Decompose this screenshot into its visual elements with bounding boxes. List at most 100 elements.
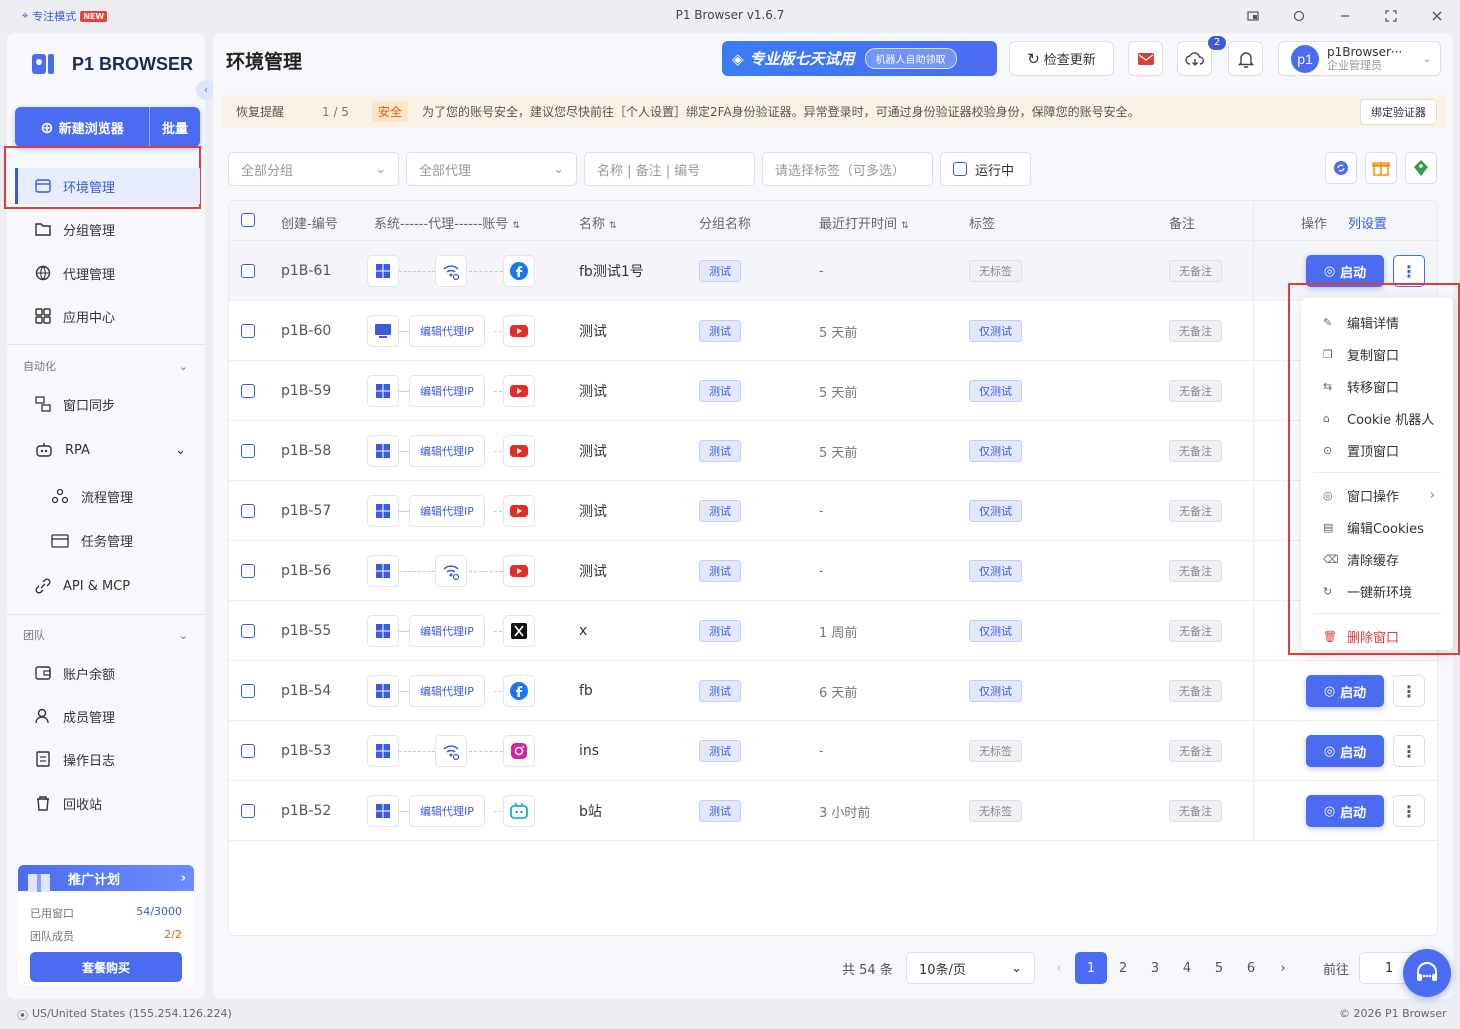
page-number[interactable]: 4 <box>1171 952 1203 984</box>
sidebar-item-tasks[interactable]: 任务管理 <box>15 522 200 558</box>
account-icon-box[interactable] <box>503 615 535 647</box>
row-checkbox[interactable] <box>241 384 255 398</box>
col-name-label: 名称 <box>579 217 606 232</box>
account-icon-box[interactable] <box>503 555 535 587</box>
chevron-down-icon: ⌄ <box>175 442 186 458</box>
prev-page-icon[interactable]: ‹ <box>1043 952 1075 984</box>
minimize-icon[interactable] <box>1335 6 1355 26</box>
bind-authenticator-button[interactable]: 绑定验证器 <box>1360 98 1437 125</box>
account-icon-box[interactable] <box>503 675 535 707</box>
mail-button[interactable] <box>1128 41 1163 76</box>
row-checkbox[interactable] <box>241 564 255 578</box>
sync-icon-button[interactable] <box>1325 152 1357 184</box>
refresh-window-icon[interactable] <box>1289 6 1309 26</box>
row-checkbox[interactable] <box>241 444 255 458</box>
sidebar-item-flow[interactable]: 流程管理 <box>15 478 200 514</box>
direct-proxy-icon-box[interactable] <box>435 255 467 287</box>
col-system[interactable]: 系统------代理------账号 ⇅ <box>374 213 520 232</box>
windows-icon <box>376 624 390 638</box>
account-icon-box[interactable] <box>503 795 535 827</box>
notification-button[interactable] <box>1228 41 1263 76</box>
edit-proxy-button[interactable]: 编辑代理IP <box>409 495 485 527</box>
account-icon-box[interactable] <box>503 375 535 407</box>
goto-label: 前往 <box>1323 962 1350 978</box>
sidebar-item-balance[interactable]: 账户余额 <box>15 655 200 691</box>
sidebar-item-members[interactable]: 成员管理 <box>15 698 200 734</box>
edit-proxy-button[interactable]: 编辑代理IP <box>409 375 485 407</box>
page-number[interactable]: 5 <box>1203 952 1235 984</box>
check-update-label: 检查更新 <box>1043 53 1096 68</box>
account-icon-box[interactable] <box>503 495 535 527</box>
row-checkbox[interactable] <box>241 504 255 518</box>
chevron-down-icon: ⌄ <box>375 161 386 177</box>
trial-chip[interactable]: 机器人自助领取 <box>864 48 957 69</box>
row-checkbox[interactable] <box>241 744 255 758</box>
sidebar-item-groups[interactable]: 分组管理 <box>15 211 200 247</box>
account-icon-box[interactable] <box>503 735 535 767</box>
edit-proxy-button[interactable]: 编辑代理IP <box>409 315 485 347</box>
row-checkbox[interactable] <box>241 684 255 698</box>
pin-window-icon[interactable] <box>1243 6 1263 26</box>
group-tag: 测试 <box>699 500 741 522</box>
trial-banner[interactable]: ◈ 专业版七天试用 机器人自助领取 <box>722 41 997 76</box>
running-filter-checkbox[interactable]: 运行中 <box>940 152 1031 186</box>
row-checkbox[interactable] <box>241 264 255 278</box>
row-checkbox[interactable] <box>241 624 255 638</box>
group-tag: 测试 <box>699 620 741 642</box>
direct-proxy-icon-box[interactable] <box>435 555 467 587</box>
col-last-open[interactable]: 最近打开时间 ⇅ <box>819 213 909 232</box>
batch-button[interactable]: 批量 <box>150 118 200 137</box>
sidebar-item-window-sync[interactable]: 窗口同步 <box>15 386 200 422</box>
download-button[interactable] <box>1177 41 1212 76</box>
checkbox[interactable] <box>953 162 967 176</box>
page-number[interactable]: 3 <box>1139 952 1171 984</box>
group-filter-select[interactable]: 全部分组 ⌄ <box>228 152 399 186</box>
page-number[interactable]: 1 <box>1075 952 1107 984</box>
direct-proxy-icon-box[interactable] <box>435 735 467 767</box>
user-menu[interactable]: p1 p1Browser··· 企业管理员 ⌄ <box>1278 41 1441 76</box>
search-input[interactable]: 名称 | 备注 | 编号 <box>584 152 755 186</box>
tag-button[interactable] <box>1405 152 1437 184</box>
wifi-proxy-icon <box>443 265 460 280</box>
buy-plan-button[interactable]: 套餐购买 <box>30 952 182 982</box>
check-update-button[interactable]: ↻ 检查更新 <box>1009 41 1114 76</box>
page-size-select[interactable]: 10条/页 ⌄ <box>906 952 1035 984</box>
page-number[interactable]: 6 <box>1235 952 1267 984</box>
sidebar-item-api[interactable]: API & MCP <box>15 568 200 604</box>
gift-button[interactable] <box>1365 152 1397 184</box>
account-icon-box[interactable] <box>503 315 535 347</box>
team-section-header[interactable]: 团队 ⌄ <box>23 625 188 645</box>
edit-proxy-button[interactable]: 编辑代理IP <box>409 675 485 707</box>
edit-proxy-button[interactable]: 编辑代理IP <box>409 615 485 647</box>
support-chat-button[interactable] <box>1403 949 1451 997</box>
next-page-icon[interactable]: › <box>1267 952 1299 984</box>
green-tag-icon <box>1414 160 1428 176</box>
notice-tag: 安全 <box>372 101 409 122</box>
select-all-checkbox[interactable] <box>241 213 255 227</box>
new-browser-main[interactable]: ⊕ 新建浏览器 <box>15 118 149 137</box>
system-icon-box <box>367 675 399 707</box>
system-icon-box <box>367 495 399 527</box>
page-number[interactable]: 2 <box>1107 952 1139 984</box>
col-id[interactable]: 创建-编号 <box>281 213 338 232</box>
edit-proxy-button[interactable]: 编辑代理IP <box>409 795 485 827</box>
row-checkbox[interactable] <box>241 324 255 338</box>
maximize-icon[interactable] <box>1381 6 1401 26</box>
account-icon-box[interactable] <box>503 435 535 467</box>
sidebar-item-env[interactable]: 环境管理 <box>15 168 200 204</box>
sidebar-item-rpa[interactable]: RPA ⌄ <box>15 432 200 468</box>
sidebar-item-apps[interactable]: 应用中心 <box>15 298 200 334</box>
edit-proxy-button[interactable]: 编辑代理IP <box>409 435 485 467</box>
sidebar-item-label: 分组管理 <box>63 223 116 239</box>
row-checkbox[interactable] <box>241 804 255 818</box>
sidebar-item-logs[interactable]: 操作日志 <box>15 741 200 777</box>
proxy-filter-select[interactable]: 全部代理 ⌄ <box>406 152 577 186</box>
account-icon-box[interactable] <box>503 255 535 287</box>
sidebar-item-proxy[interactable]: 代理管理 <box>15 255 200 291</box>
close-icon[interactable] <box>1427 6 1447 26</box>
new-browser-button[interactable]: ⊕ 新建浏览器 批量 <box>15 107 200 147</box>
tag-filter-select[interactable]: 请选择标签（可多选） <box>762 152 933 186</box>
col-name[interactable]: 名称 ⇅ <box>579 213 617 232</box>
automation-section-header[interactable]: 自动化 ⌄ <box>23 356 188 376</box>
sidebar-item-trash[interactable]: 回收站 <box>15 785 200 821</box>
